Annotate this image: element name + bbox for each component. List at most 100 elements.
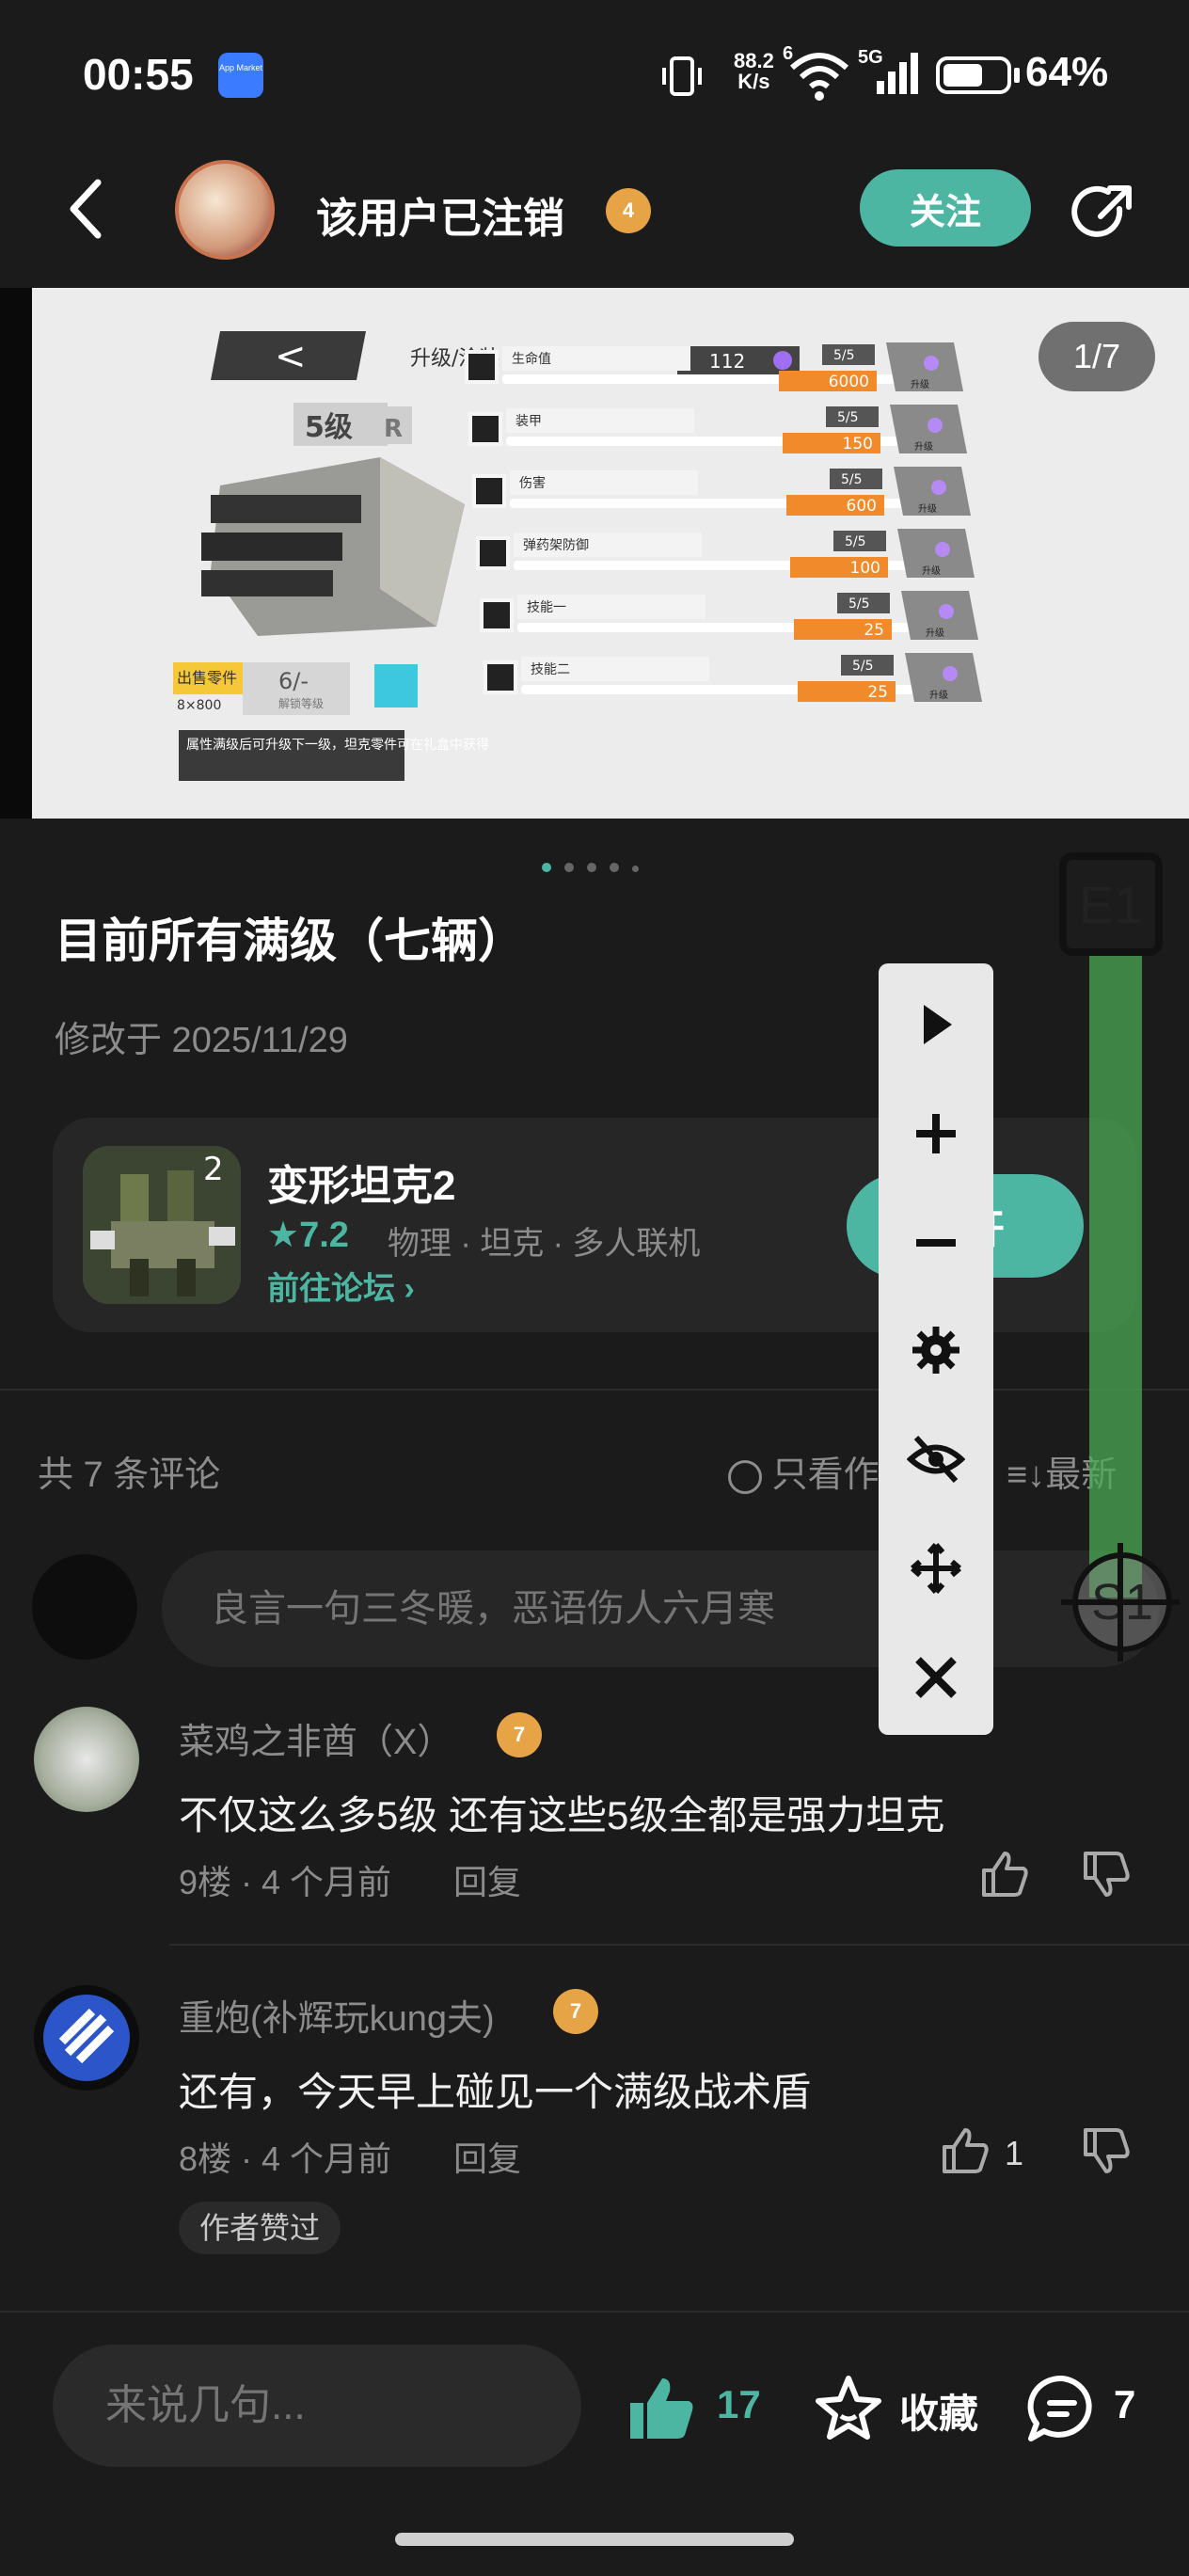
commenter-avatar[interactable] (34, 1985, 139, 2091)
upgrade-label: 升级 (914, 441, 933, 453)
plus-icon[interactable] (907, 1105, 965, 1163)
net-speed-value: 88.2 (734, 49, 774, 72)
chevron-right-icon: › (395, 1271, 415, 1307)
upgrade-gem-icon (924, 356, 939, 371)
stat-icon-mark (468, 354, 495, 380)
stat-name: 装甲 (515, 414, 542, 429)
commenter-name[interactable]: 菜鸡之非酋（X） (179, 1712, 452, 1764)
commenter-level-badge: 7 (497, 1712, 542, 1757)
battery-tip (1014, 68, 1020, 83)
pager-dot (564, 863, 574, 872)
thumb-down-icon (1084, 2128, 1130, 2173)
upgrade-gem-icon (943, 666, 958, 681)
home-indicator[interactable] (395, 2533, 794, 2546)
author-liked-badge: 作者赞过 (179, 2202, 341, 2254)
image-counter: 1/7 (1038, 322, 1155, 391)
stat-name: 生命值 (512, 351, 551, 367)
my-avatar (32, 1554, 137, 1660)
game-screenshot: < 升级/涂装 112 5级 R 出售零件 8×800 6/- 解锁等级 属性满… (32, 288, 1189, 819)
floating-toolbar (879, 963, 993, 1735)
comment-meta: 8楼 · 4 个月前 (179, 2139, 392, 2178)
game-icon[interactable]: 2 (83, 1146, 241, 1304)
battery-percent: 64% (1025, 49, 1109, 95)
cell-label: 5G (858, 47, 883, 68)
favorite-label[interactable]: 收藏 (899, 2382, 978, 2440)
gear-icon[interactable] (907, 1321, 965, 1379)
stat-value: 25 (867, 683, 888, 702)
upgrade-gem-icon (931, 480, 946, 495)
net-speed-unit: K/s (737, 70, 770, 93)
shot-parts-label: 解锁等级 (278, 696, 324, 710)
stat-value: 100 (850, 559, 880, 578)
game-rating-value: 7.2 (299, 1216, 349, 1255)
dislike-button[interactable] (1080, 1848, 1133, 1905)
share-button[interactable] (1069, 181, 1136, 248)
dislike-button[interactable] (1080, 2124, 1133, 2182)
shot-sell-price: 8×800 (177, 698, 221, 713)
quick-comment-input[interactable] (53, 2345, 581, 2467)
minus-icon[interactable] (907, 1214, 965, 1272)
commenter-avatar[interactable] (34, 1707, 139, 1812)
comments-count: 7 (1114, 2382, 1136, 2426)
move-icon[interactable] (907, 1539, 965, 1598)
stripes-logo-icon (43, 1995, 130, 2081)
post-like-count: 17 (717, 2382, 761, 2426)
shot-rarity: R (384, 415, 403, 443)
forum-link[interactable]: 前往论坛 › (267, 1263, 415, 1309)
app-market-icon: App Market (218, 53, 263, 98)
vibrate-icon (658, 53, 705, 104)
e1-marker[interactable]: E1 (1059, 852, 1163, 956)
sort-icon: ≡↓ (1007, 1455, 1046, 1495)
play-icon[interactable] (907, 995, 965, 1054)
stat-icon-mark (484, 602, 510, 628)
stat-name: 技能一 (527, 600, 566, 615)
upgrade-gem-icon (927, 418, 943, 433)
battery-fill (943, 64, 982, 87)
radio-icon (728, 1459, 762, 1494)
eye-off-icon[interactable] (907, 1430, 965, 1488)
commenter-name[interactable]: 重炮(补辉玩kung夫) (179, 1989, 495, 2041)
author-avatar[interactable] (175, 160, 275, 260)
pager-dot (542, 863, 551, 872)
shot-level: 5级 (305, 411, 353, 444)
reply-button[interactable]: 回复 (453, 2132, 521, 2181)
crosshair-line (1061, 1599, 1180, 1605)
follow-button[interactable]: 关注 (860, 169, 1031, 246)
commenter-level-badge: 7 (553, 1989, 598, 2034)
wifi-label: 6 (783, 43, 794, 64)
stat-progress: 5/5 (852, 659, 874, 674)
thumb-down-icon (1084, 1852, 1130, 1897)
pager-dots (542, 860, 652, 877)
upgrade-label: 升级 (926, 628, 944, 639)
share-icon (1071, 185, 1132, 237)
comment-input[interactable] (162, 1550, 1159, 1667)
author-name[interactable]: 该用户已注销 (316, 184, 564, 245)
stat-name: 弹药架防御 (523, 538, 589, 553)
back-button[interactable] (66, 179, 107, 239)
game-tags: 物理 · 坦克 · 多人联机 (388, 1226, 701, 1262)
comments-button[interactable] (1025, 2373, 1099, 2446)
like-button[interactable] (939, 2124, 991, 2182)
favorite-button[interactable] (813, 2373, 884, 2444)
level-badge: 4 (606, 188, 651, 233)
status-time: 00:55 (83, 50, 194, 99)
close-icon[interactable] (907, 1648, 965, 1707)
pager-dot (610, 863, 619, 872)
upgrade-label: 升级 (911, 379, 929, 390)
upgrade-label: 升级 (922, 565, 941, 577)
drag-track[interactable] (1089, 948, 1142, 1598)
chevron-left-icon (70, 179, 102, 239)
forum-link-label: 前往论坛 (267, 1271, 395, 1307)
post-like-button[interactable] (626, 2373, 698, 2444)
shot-back: < (275, 335, 307, 378)
net-speed: 88.2 K/s (734, 51, 774, 92)
game-name[interactable]: 变形坦克2 (267, 1152, 455, 1212)
post-title: 目前所有满级（七辆） (55, 914, 525, 967)
reply-button[interactable]: 回复 (453, 1855, 521, 1904)
like-button[interactable] (978, 1848, 1031, 1905)
comment-bubble-icon (1027, 2375, 1092, 2441)
shot-currency: 112 (709, 350, 745, 373)
star-outline-icon (816, 2376, 881, 2440)
post-image[interactable]: < 升级/涂装 112 5级 R 出售零件 8×800 6/- 解锁等级 属性满… (32, 288, 1189, 819)
post-modified-date: 修改于 2025/11/29 (55, 1021, 348, 1060)
